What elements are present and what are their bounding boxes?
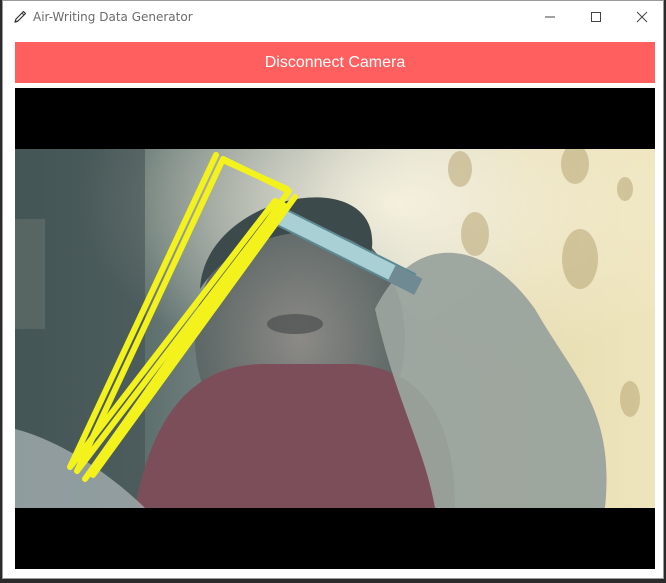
maximize-icon <box>591 11 601 22</box>
disconnect-camera-button[interactable]: Disconnect Camera <box>15 42 655 83</box>
camera-frame <box>15 149 655 508</box>
minimize-icon <box>545 16 555 17</box>
app-window: Air-Writing Data Generator Disconnect Ca… <box>2 0 664 579</box>
camera-feed <box>15 88 655 569</box>
camera-image <box>15 149 655 508</box>
minimize-button[interactable] <box>527 1 573 32</box>
close-button[interactable] <box>619 1 665 32</box>
close-icon <box>636 11 648 22</box>
maximize-button[interactable] <box>573 1 619 32</box>
pencil-icon <box>12 9 28 25</box>
window-title: Air-Writing Data Generator <box>33 10 193 24</box>
title-bar[interactable]: Air-Writing Data Generator <box>3 1 663 32</box>
